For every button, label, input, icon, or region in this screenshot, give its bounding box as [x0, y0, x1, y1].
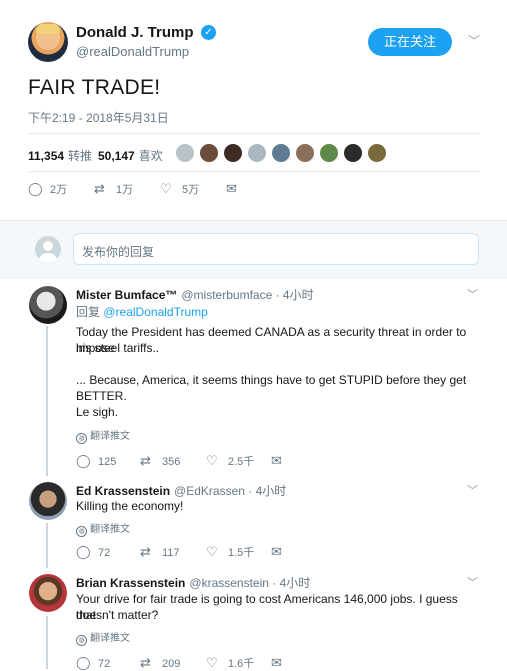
- translate-link[interactable]: ◍ 翻译推文: [76, 629, 130, 646]
- chevron-down-icon[interactable]: ﹀: [467, 574, 478, 590]
- tweet-stats: 11,354 转推 50,147 喜欢: [28, 143, 488, 165]
- retweet-icon: ⇄: [140, 544, 151, 559]
- direct-message-button[interactable]: ✉: [271, 544, 287, 560]
- avatar[interactable]: [319, 143, 339, 163]
- translate-link[interactable]: ◍ 翻译推文: [76, 520, 130, 537]
- avatar[interactable]: [29, 482, 67, 520]
- reply-text-line: Killing the economy!: [76, 499, 184, 513]
- reply-author-handle[interactable]: @krassenstein · 4小时: [189, 576, 310, 590]
- reply-author-name[interactable]: Brian Krassenstein: [76, 576, 185, 590]
- chevron-down-icon[interactable]: ﹀: [468, 32, 480, 49]
- like-button[interactable]: ♡ 1.5千: [206, 544, 254, 560]
- like-button[interactable]: ♡ 2.5千: [206, 453, 254, 469]
- avatar[interactable]: [29, 574, 67, 612]
- heart-icon: ♡: [206, 544, 218, 559]
- chevron-down-icon[interactable]: ﹀: [467, 286, 478, 302]
- author-name[interactable]: Donald J. Trump: [76, 24, 194, 41]
- like-button[interactable]: ♡ 5万: [160, 181, 199, 197]
- heart-icon: ♡: [206, 453, 218, 468]
- avatar[interactable]: [295, 143, 315, 163]
- reply-actions: ◯ 72 ⇄ 117 ♡ 1.5千 ✉: [76, 544, 336, 560]
- heart-icon: ♡: [160, 181, 172, 196]
- reply-input[interactable]: 发布你的回复: [73, 233, 479, 265]
- reply-author-name[interactable]: Ed Krassenstein: [76, 484, 170, 498]
- tweet-actions: ◯ 2万 ⇄ 1万 ♡ 5万 ✉: [28, 181, 288, 199]
- reply-text-line: ... Because, America, it seems things ha…: [76, 373, 467, 403]
- retweet-stat[interactable]: 11,354 转推: [28, 147, 92, 164]
- divider: [28, 171, 480, 172]
- reply-to-line: 回复 @realDonaldTrump: [76, 305, 208, 319]
- reply-author-name[interactable]: Mister Bumface™: [76, 288, 177, 302]
- globe-icon: ◍: [76, 635, 87, 646]
- avatar[interactable]: [29, 286, 67, 324]
- thread-line: [46, 523, 48, 568]
- reply-text-line: his steel tariffs..: [76, 341, 160, 355]
- tweet-header: Donald J. Trump ✓ @realDonaldTrump 正在关注 …: [28, 22, 488, 64]
- thread-line: [46, 326, 48, 476]
- avatar[interactable]: [367, 143, 387, 163]
- avatar[interactable]: [175, 143, 195, 163]
- tweet-text: FAIR TRADE!: [28, 76, 161, 99]
- like-stat[interactable]: 50,147 喜欢: [98, 147, 163, 164]
- divider: [28, 133, 480, 134]
- avatar[interactable]: [343, 143, 363, 163]
- globe-icon: ◍: [76, 526, 87, 537]
- tweet-timestamp[interactable]: 下午2:19 - 2018年5月31日: [28, 109, 169, 126]
- retweet-icon: ⇄: [140, 453, 151, 468]
- reply-icon: ◯: [76, 453, 91, 468]
- reply-icon: ◯: [76, 544, 91, 559]
- reply-text-line: Le sigh.: [76, 405, 119, 419]
- author-avatar[interactable]: [28, 22, 68, 62]
- direct-message-button[interactable]: ✉: [271, 453, 287, 469]
- reply-icon: ◯: [28, 181, 43, 196]
- reply-actions: ◯ 125 ⇄ 356 ♡ 2.5千 ✉: [76, 453, 336, 469]
- retweet-button[interactable]: ⇄ 1万: [94, 181, 133, 197]
- envelope-icon: ✉: [271, 544, 282, 559]
- avatar[interactable]: [247, 143, 267, 163]
- thread-line: [46, 616, 48, 669]
- following-button[interactable]: 正在关注: [368, 28, 452, 56]
- reply-author-handle[interactable]: @EdKrassen · 4小时: [174, 484, 286, 498]
- mention-link[interactable]: @realDonaldTrump: [103, 305, 207, 319]
- retweet-button[interactable]: ⇄ 356: [140, 453, 180, 469]
- avatar[interactable]: [223, 143, 243, 163]
- globe-icon: ◍: [76, 433, 87, 444]
- chevron-down-icon[interactable]: ﹀: [467, 482, 478, 498]
- reply-author-handle[interactable]: @misterbumface · 4小时: [181, 288, 313, 302]
- author-handle[interactable]: @realDonaldTrump: [76, 44, 189, 59]
- avatar: [35, 236, 61, 262]
- reply-compose: 发布你的回复: [0, 220, 507, 278]
- avatar[interactable]: [271, 143, 291, 163]
- avatar[interactable]: [199, 143, 219, 163]
- retweet-icon: ⇄: [94, 181, 105, 196]
- direct-message-button[interactable]: ✉: [226, 181, 242, 197]
- translate-link[interactable]: ◍ 翻译推文: [76, 427, 130, 444]
- reply-button[interactable]: ◯ 2万: [28, 181, 67, 197]
- reply-text-line: doesn't matter?: [76, 608, 159, 622]
- envelope-icon: ✉: [226, 181, 237, 196]
- reply-button[interactable]: ◯ 125: [76, 453, 116, 469]
- envelope-icon: ✉: [271, 453, 282, 468]
- reply-button[interactable]: ◯ 72: [76, 544, 110, 560]
- verified-badge-icon: ✓: [201, 25, 216, 40]
- retweet-button[interactable]: ⇄ 117: [140, 544, 180, 560]
